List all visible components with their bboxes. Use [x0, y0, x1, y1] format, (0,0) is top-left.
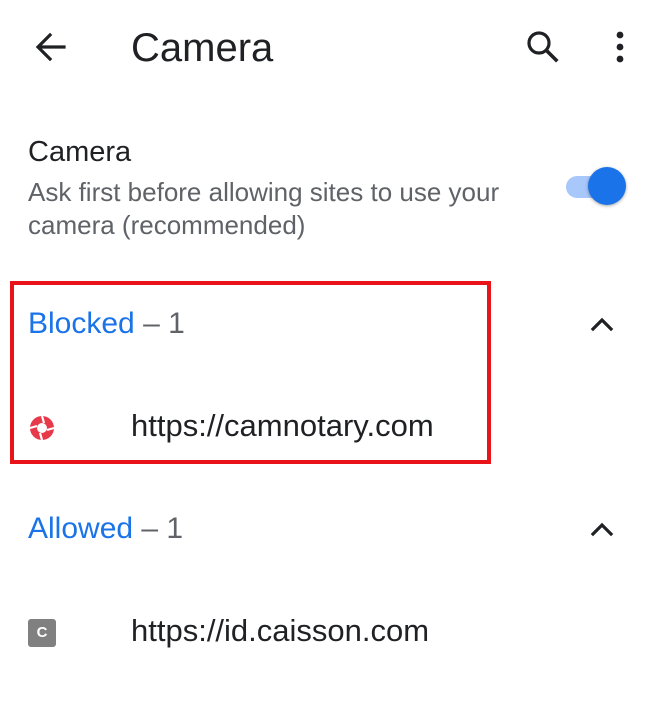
group-name: Blocked [28, 307, 135, 340]
group-count: – 1 [134, 307, 185, 340]
arrow-back-icon [35, 32, 66, 62]
group-name: Allowed [28, 512, 134, 545]
group-count: – 1 [133, 512, 184, 545]
site-favicon-icon [29, 415, 55, 441]
app-bar: Camera [0, 0, 660, 96]
toggle-thumb [588, 167, 626, 205]
allowed-group-header[interactable]: Allowed – 1 [0, 491, 660, 571]
more-vert-icon [616, 31, 624, 63]
group-label: Blocked – 1 [28, 304, 185, 344]
setting-description: Ask first before allowing sites to use y… [28, 177, 500, 240]
back-button[interactable] [28, 24, 74, 70]
group-label: Allowed – 1 [28, 509, 183, 549]
allowed-site-row[interactable]: C https://id.caisson.com [0, 595, 660, 671]
blocked-site-row[interactable]: https://camnotary.com [0, 390, 660, 466]
site-letter-icon: C [28, 619, 56, 647]
chevron-up-icon [590, 317, 614, 332]
page-title: Camera [131, 26, 274, 70]
camera-setting-row[interactable]: Camera Ask first before allowing sites t… [0, 126, 660, 254]
site-url: https://camnotary.com [131, 408, 434, 443]
blocked-group-header[interactable]: Blocked – 1 [0, 286, 660, 366]
search-button[interactable] [520, 24, 566, 70]
chevron-up-icon [590, 522, 614, 537]
setting-title: Camera [28, 136, 132, 168]
camera-toggle[interactable] [566, 166, 628, 206]
search-icon [527, 31, 559, 63]
site-url: https://id.caisson.com [131, 613, 430, 648]
more-options-button[interactable] [600, 24, 640, 70]
